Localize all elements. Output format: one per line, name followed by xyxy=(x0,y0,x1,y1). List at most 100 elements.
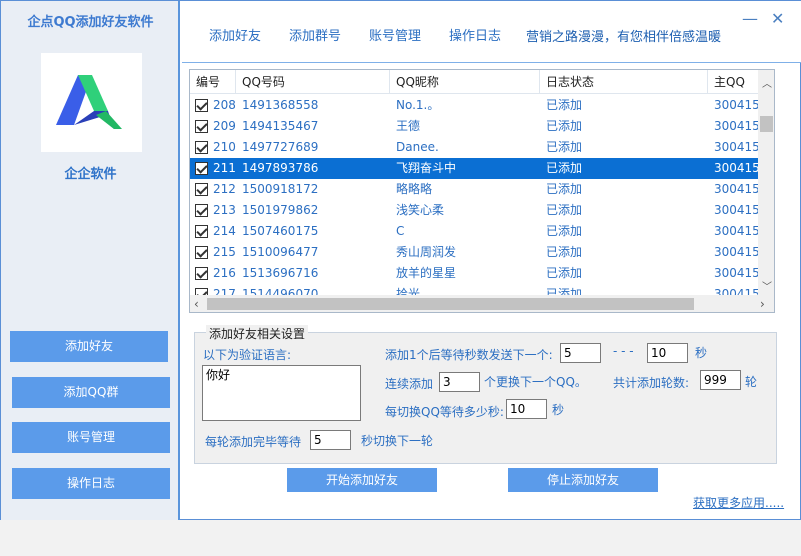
horizontal-scrollbar[interactable]: ‹ › xyxy=(190,295,774,312)
vertical-scrollbar[interactable]: ︿ ﹀ xyxy=(758,70,774,296)
table-header: 编号 QQ号码 QQ昵称 日志状态 主QQ xyxy=(190,70,758,94)
table-row[interactable]: 208 1491368558 No.1.。 已添加 300415 xyxy=(190,95,758,116)
cell-main-qq: 300415 xyxy=(714,161,758,175)
cell-nickname: 秀山周润发 xyxy=(396,245,457,259)
sidebar-add-qq-group-button[interactable]: 添加QQ群 xyxy=(12,377,170,408)
sidebar-operation-log-button[interactable]: 操作日志 xyxy=(12,468,170,499)
tab-add-group[interactable]: 添加群号 xyxy=(289,25,341,44)
cell-log-status: 已添加 xyxy=(546,119,583,133)
table-row[interactable]: 213 1501979862 浅笑心柔 已添加 300415 xyxy=(190,200,758,221)
cell-main-qq: 300415 xyxy=(714,119,758,133)
close-button[interactable]: ✕ xyxy=(771,9,784,28)
cell-qq-number: 1507460175 xyxy=(242,224,319,238)
cell-qq-number: 1513696716 xyxy=(242,266,319,280)
cell-id: 215 xyxy=(213,245,236,259)
sidebar-add-friend-button[interactable]: 添加好友 xyxy=(10,331,168,362)
friend-table[interactable]: 编号 QQ号码 QQ昵称 日志状态 主QQ 208 1491368558 No.1.… xyxy=(189,69,775,313)
cell-log-status: 已添加 xyxy=(546,266,583,280)
stop-add-friend-button[interactable]: 停止添加好友 xyxy=(508,468,658,492)
col-header-nick[interactable]: QQ昵称 xyxy=(390,70,540,94)
get-more-apps-link[interactable]: 获取更多应用..... xyxy=(693,494,784,511)
cell-main-qq: 300415 xyxy=(714,245,758,259)
tab-operation-log[interactable]: 操作日志 xyxy=(449,25,501,44)
table-row[interactable]: 215 1510096477 秀山周润发 已添加 300415 xyxy=(190,242,758,263)
wait-max-input[interactable] xyxy=(647,343,688,363)
cell-log-status: 已添加 xyxy=(546,245,583,259)
col-header-id[interactable]: 编号 xyxy=(190,70,236,94)
scroll-left-icon[interactable]: ‹ xyxy=(194,297,199,311)
vertical-scroll-thumb[interactable] xyxy=(760,116,773,132)
continuous-add-input[interactable] xyxy=(439,372,480,392)
app-logo xyxy=(41,53,142,152)
table-row[interactable]: 209 1494135467 王德 已添加 300415 xyxy=(190,116,758,137)
table-row[interactable]: 214 1507460175 C 已添加 300415 xyxy=(190,221,758,242)
cell-log-status: 已添加 xyxy=(546,98,583,112)
app-title: 企点QQ添加好友软件 xyxy=(27,15,154,30)
cell-id: 208 xyxy=(213,98,236,112)
cell-qq-number: 1500918172 xyxy=(242,182,319,196)
cell-log-status: 已添加 xyxy=(546,203,583,217)
scroll-up-icon[interactable]: ︿ xyxy=(762,75,772,90)
cell-main-qq: 300415 xyxy=(714,203,758,217)
scroll-right-icon[interactable]: › xyxy=(760,297,765,311)
cell-qq-number: 1497893786 xyxy=(242,161,319,175)
cell-nickname: 浅笑心柔 xyxy=(396,203,445,217)
start-add-friend-button[interactable]: 开始添加好友 xyxy=(287,468,437,492)
tab-add-friend[interactable]: 添加好友 xyxy=(209,25,261,44)
continuous-add-label: 连续添加 xyxy=(385,377,434,391)
cell-qq-number: 1497727689 xyxy=(242,140,319,154)
cell-nickname: 飞翔奋斗中 xyxy=(396,161,457,175)
total-rounds-label: 共计添加轮数: xyxy=(613,376,690,390)
minimize-button[interactable]: — xyxy=(742,9,758,28)
sidebar: 企点QQ添加好友软件 企企软件 添加好友 添加QQ群 账号管理 操作日志 xyxy=(1,1,180,520)
cell-nickname: No.1.。 xyxy=(396,98,440,112)
top-nav: 添加好友 添加群号 账号管理 操作日志 营销之路漫漫，有您相伴倍感温暖 — ✕ xyxy=(182,1,801,63)
cell-main-qq: 300415 xyxy=(714,98,758,112)
col-header-status[interactable]: 日志状态 xyxy=(540,70,708,94)
range-dash: - - - xyxy=(613,344,634,358)
continuous-add-suffix: 个更换下一个QQ。 xyxy=(484,375,587,389)
cell-nickname: C xyxy=(396,224,405,238)
tab-account-manage[interactable]: 账号管理 xyxy=(369,25,421,44)
round-wait-input[interactable] xyxy=(310,430,351,450)
col-header-main-qq[interactable]: 主QQ xyxy=(708,70,758,94)
table-row[interactable]: 210 1497727689 Danee. 已添加 300415 xyxy=(190,137,758,158)
horizontal-scroll-thumb[interactable] xyxy=(207,298,694,310)
wait-seconds-label: 添加1个后等待秒数发送下一个: xyxy=(385,348,553,362)
cell-id: 211 xyxy=(213,161,236,175)
cell-id: 214 xyxy=(213,224,236,238)
switch-wait-input[interactable] xyxy=(506,399,547,419)
cell-log-status: 已添加 xyxy=(546,182,583,196)
logo-icon xyxy=(56,75,122,129)
verify-language-label: 以下为验证语言: xyxy=(203,348,292,362)
table-row[interactable]: 216 1513696716 放羊的星星 已添加 300415 xyxy=(190,263,758,284)
sidebar-account-manage-button[interactable]: 账号管理 xyxy=(12,422,170,453)
round-wait-suffix: 秒切换下一轮 xyxy=(361,434,434,448)
cell-id: 209 xyxy=(213,119,236,133)
cell-qq-number: 1494135467 xyxy=(242,119,319,133)
scroll-down-icon[interactable]: ﹀ xyxy=(762,278,772,293)
settings-group-title: 添加好友相关设置 xyxy=(206,325,309,342)
cell-main-qq: 300415 xyxy=(714,140,758,154)
cell-main-qq: 300415 xyxy=(714,182,758,196)
cell-log-status: 已添加 xyxy=(546,161,583,175)
cell-qq-number: 1491368558 xyxy=(242,98,319,112)
cell-id: 216 xyxy=(213,266,236,280)
cell-nickname: Danee. xyxy=(396,140,439,154)
cell-nickname: 略略略 xyxy=(396,182,433,196)
cell-log-status: 已添加 xyxy=(546,140,583,154)
verify-message-input[interactable]: 你好 xyxy=(202,365,361,421)
cell-nickname: 放羊的星星 xyxy=(396,266,457,280)
cell-nickname: 王德 xyxy=(396,119,421,133)
switch-wait-label: 每切换QQ等待多少秒: xyxy=(385,405,504,419)
col-header-qq[interactable]: QQ号码 xyxy=(236,70,390,94)
cell-id: 213 xyxy=(213,203,236,217)
table-row[interactable]: 211 1497893786 飞翔奋斗中 已添加 300415 xyxy=(190,158,758,179)
cell-id: 212 xyxy=(213,182,236,196)
total-rounds-input[interactable] xyxy=(700,370,741,390)
switch-wait-unit: 秒 xyxy=(552,403,565,417)
wait-min-input[interactable] xyxy=(560,343,601,363)
table-row[interactable]: 212 1500918172 略略略 已添加 300415 xyxy=(190,179,758,200)
cell-qq-number: 1510096477 xyxy=(242,245,319,259)
cell-main-qq: 300415 xyxy=(714,224,758,238)
